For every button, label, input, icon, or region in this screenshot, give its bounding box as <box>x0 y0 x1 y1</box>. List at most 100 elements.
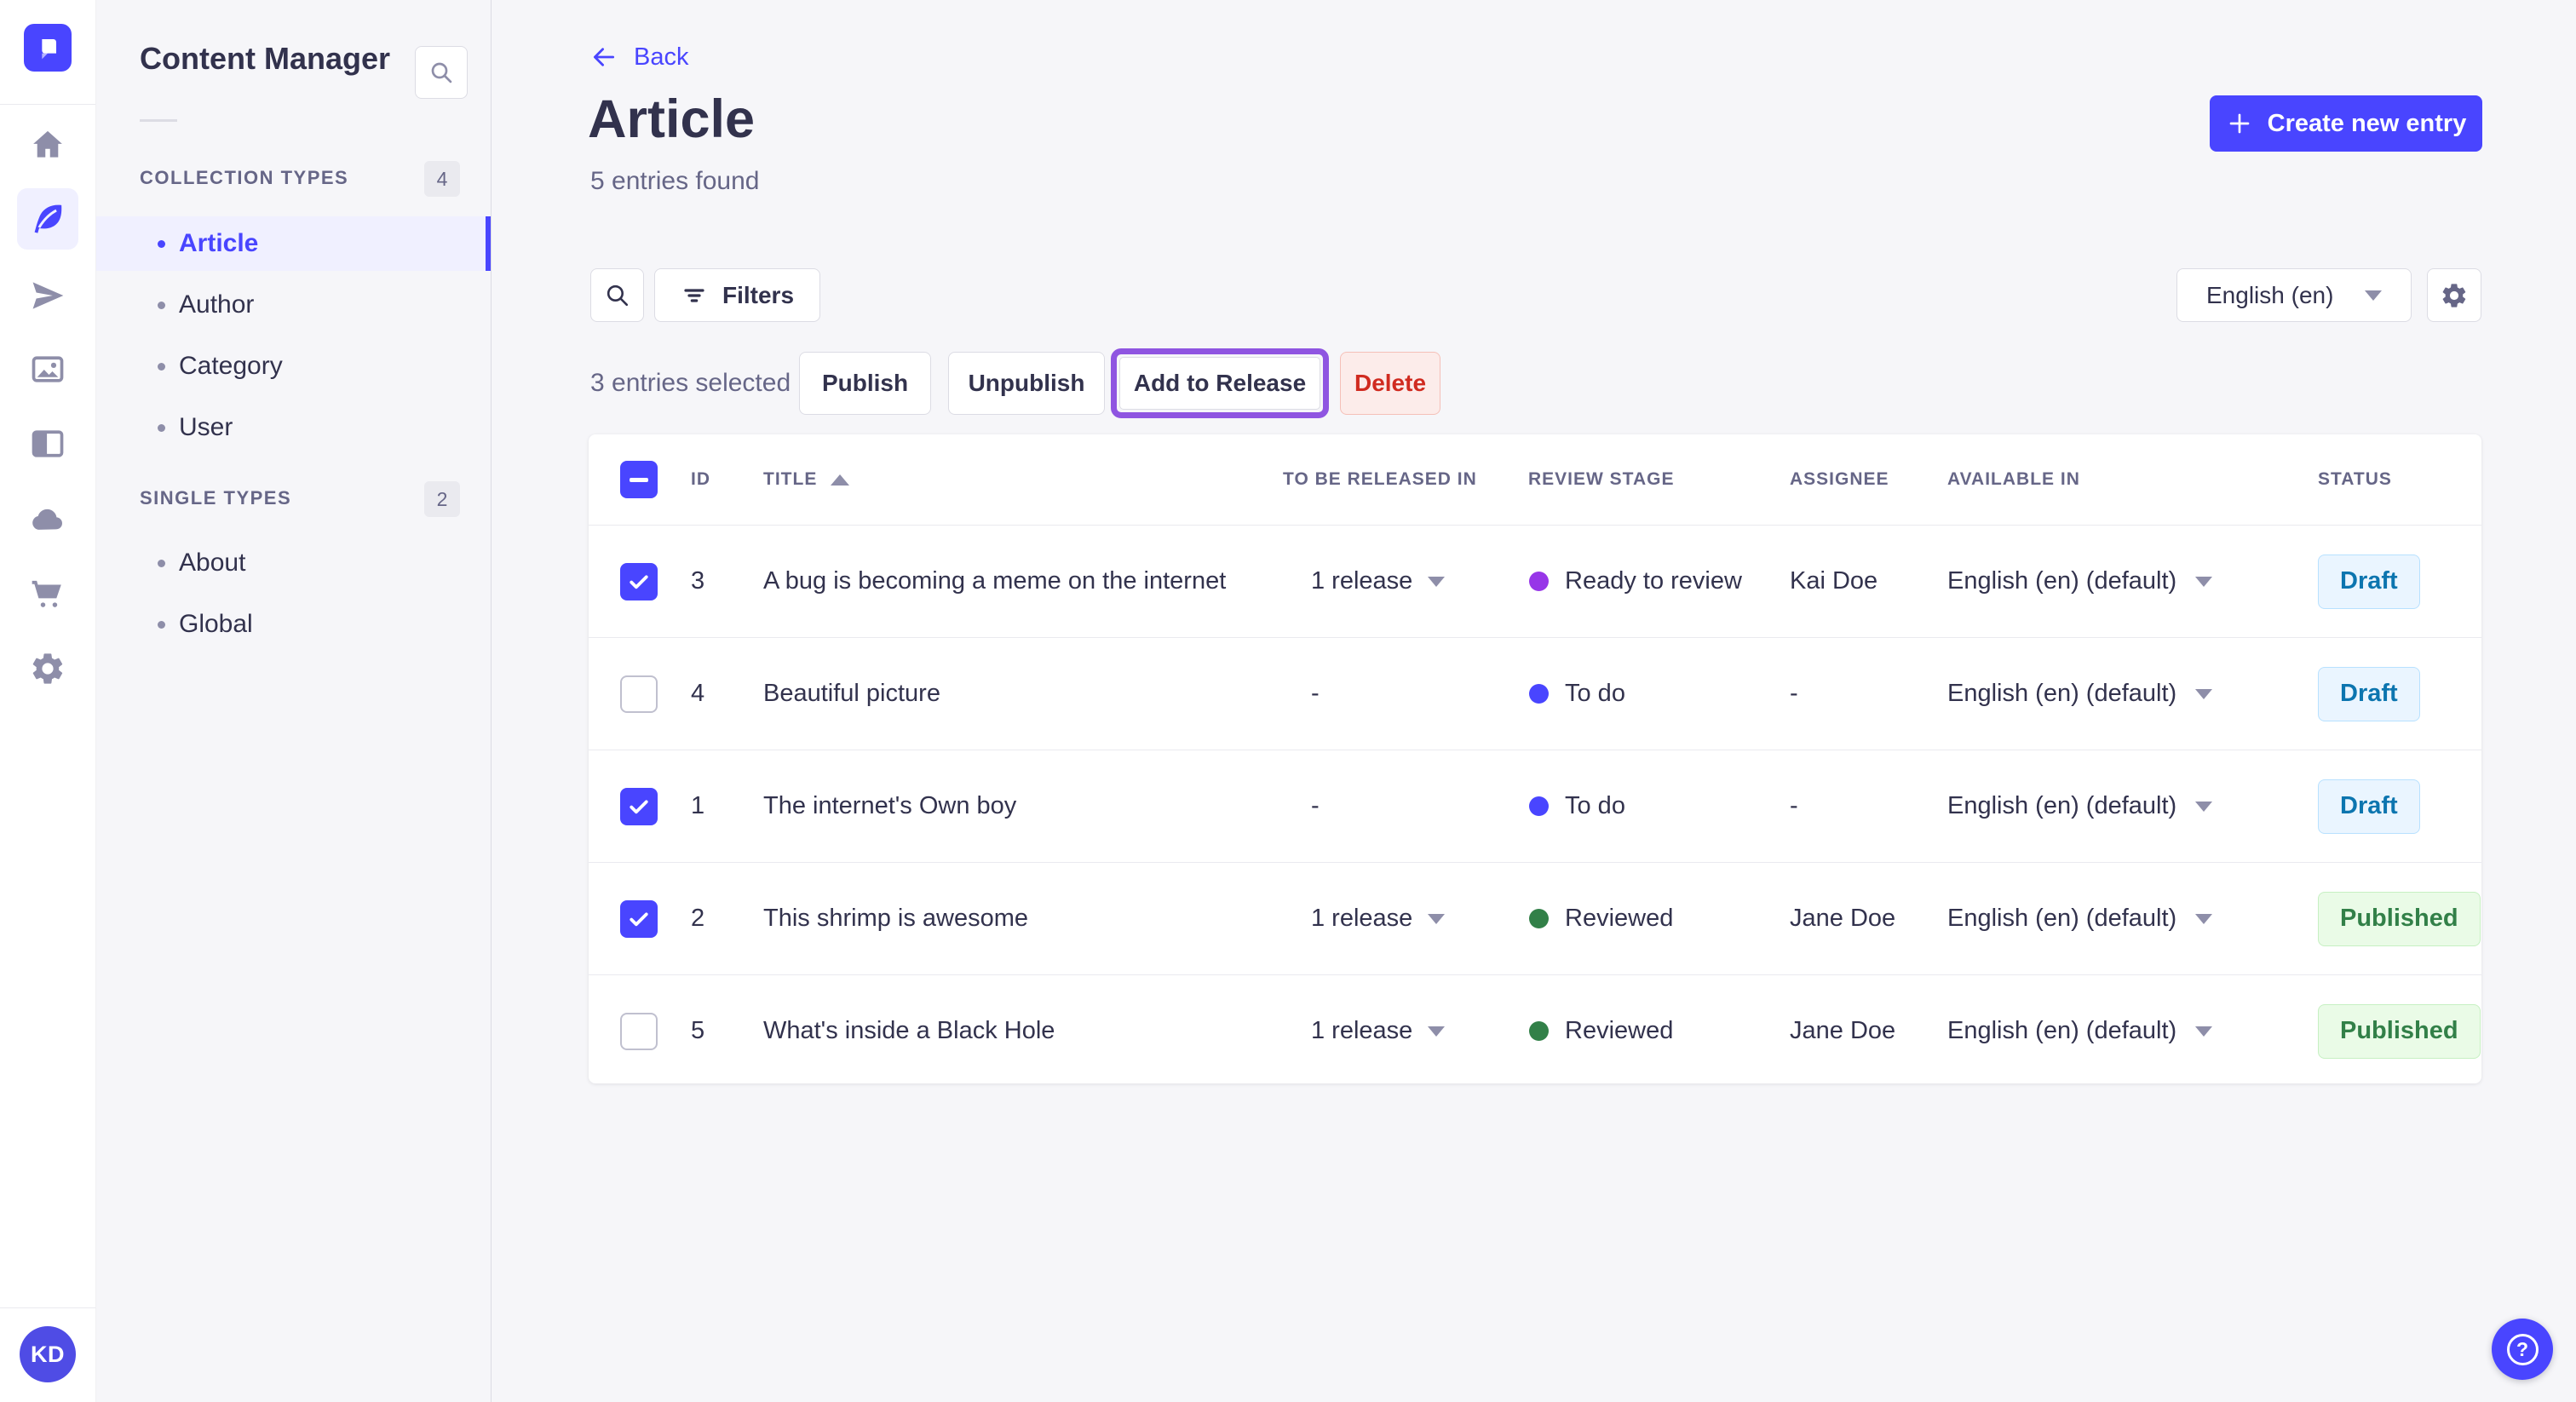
cell-review-stage: To do <box>1526 792 1781 820</box>
stage-label: Ready to review <box>1565 567 1742 595</box>
sidebar-item-author[interactable]: Author <box>96 278 491 332</box>
chevron-down-icon <box>2365 290 2382 301</box>
cell-review-stage: Ready to review <box>1526 567 1781 595</box>
back-arrow-icon <box>593 48 615 66</box>
check-icon <box>630 800 648 813</box>
bullet-icon <box>158 423 165 432</box>
cell-review-stage: To do <box>1526 680 1781 708</box>
bullet-icon <box>158 239 165 248</box>
table-header-row: ID TITLE TO BE RELEASED IN REVIEW STAGE … <box>589 434 2481 526</box>
release-value: - <box>1311 792 1320 819</box>
status-badge: Published <box>2318 891 2481 946</box>
cell-available-in[interactable]: English (en) (default) <box>1935 905 2301 933</box>
view-settings-button[interactable] <box>2427 268 2481 322</box>
workspace-logo[interactable] <box>24 24 72 72</box>
sidebar-search-button[interactable] <box>415 46 468 99</box>
row-checkbox[interactable] <box>620 562 658 600</box>
table-row[interactable]: 2 This shrimp is awesome 1 release Revie… <box>589 863 2481 975</box>
rail-item-content-manager[interactable] <box>17 188 78 250</box>
release-value: 1 release <box>1311 1017 1413 1044</box>
available-value: English (en) (default) <box>1947 567 2177 595</box>
table-row[interactable]: 4 Beautiful picture - To do - English (e… <box>589 638 2481 750</box>
collection-types-count-badge: 4 <box>424 161 460 197</box>
cell-release[interactable]: 1 release <box>1283 1017 1526 1045</box>
cell-status: Draft <box>2301 779 2481 834</box>
sidebar-item-user[interactable]: User <box>96 400 491 455</box>
chevron-down-icon <box>2195 801 2213 812</box>
cell-assignee: - <box>1790 680 1798 707</box>
sidebar-item-global[interactable]: Global <box>96 597 491 652</box>
back-link[interactable]: Back <box>589 43 688 72</box>
rail-item-releases[interactable] <box>17 265 78 326</box>
add-to-release-button[interactable]: Add to Release <box>1119 357 1320 410</box>
sidebar-item-category[interactable]: Category <box>96 339 491 394</box>
user-avatar[interactable]: KD <box>20 1326 76 1382</box>
cell-available-in[interactable]: English (en) (default) <box>1935 792 2301 820</box>
cell-id: 3 <box>691 567 705 595</box>
filters-button[interactable]: Filters <box>654 268 821 322</box>
row-checkbox[interactable] <box>620 899 658 938</box>
sidebar-item-article[interactable]: Article <box>96 216 491 271</box>
stage-label: To do <box>1565 792 1625 819</box>
filters-label: Filters <box>722 281 795 308</box>
stage-label: Reviewed <box>1565 1017 1674 1044</box>
sidebar-item-about[interactable]: About <box>96 536 491 590</box>
rail-item-marketplace[interactable] <box>17 562 78 623</box>
cell-assignee: Jane Doe <box>1790 1017 1896 1044</box>
strapi-logo-icon <box>42 39 56 60</box>
sidebar-item-label: User <box>179 413 233 441</box>
cell-release[interactable]: 1 release <box>1283 905 1526 933</box>
indeterminate-icon <box>630 477 648 482</box>
cell-status: Draft <box>2301 666 2481 721</box>
unpublish-button[interactable]: Unpublish <box>948 352 1105 415</box>
filter-icon <box>684 288 704 302</box>
table-row[interactable]: 5 What's inside a Black Hole 1 release R… <box>589 975 2481 1087</box>
chevron-down-icon <box>1428 913 1446 924</box>
cell-title: This shrimp is awesome <box>763 905 1029 932</box>
bullet-icon <box>158 301 165 309</box>
create-button-label: Create new entry <box>2267 109 2467 137</box>
rail-item-content-type-builder[interactable] <box>17 413 78 474</box>
cell-available-in[interactable]: English (en) (default) <box>1935 680 2301 708</box>
stage-label: Reviewed <box>1565 905 1674 932</box>
help-button[interactable]: ? <box>2492 1319 2553 1380</box>
row-checkbox[interactable] <box>620 1012 658 1050</box>
chevron-down-icon <box>1428 1026 1446 1037</box>
locale-value: English (en) <box>2206 281 2334 308</box>
cell-release: - <box>1283 680 1526 708</box>
cell-id: 2 <box>691 905 705 932</box>
stage-dot-icon <box>1529 1021 1549 1041</box>
table-row[interactable]: 3 A bug is becoming a meme on the intern… <box>589 526 2481 638</box>
cell-available-in[interactable]: English (en) (default) <box>1935 1017 2301 1045</box>
rail-item-deploy[interactable] <box>17 489 78 550</box>
images-icon <box>32 356 64 382</box>
main-content: Back Article 5 entries found Create new … <box>492 0 2576 1402</box>
section-collection-types: COLLECTION TYPES <box>140 167 349 188</box>
rail-item-settings[interactable] <box>17 638 78 699</box>
rail-divider-bottom <box>0 1307 95 1308</box>
rail-item-home[interactable] <box>17 114 78 175</box>
column-header-id: ID <box>691 469 710 489</box>
select-all-checkbox[interactable] <box>620 461 658 498</box>
checkbox-cell <box>589 675 682 713</box>
row-checkbox[interactable] <box>620 787 658 825</box>
table-row[interactable]: 1 The internet's Own boy - To do - Engli… <box>589 750 2481 863</box>
row-checkbox[interactable] <box>620 675 658 713</box>
cell-id: 1 <box>691 792 705 819</box>
sidebar-item-label: Author <box>179 290 255 319</box>
delete-button[interactable]: Delete <box>1340 352 1440 415</box>
create-new-entry-button[interactable]: Create new entry <box>2210 95 2482 152</box>
status-badge: Draft <box>2318 554 2420 609</box>
cell-id: 5 <box>691 1017 705 1044</box>
cell-available-in[interactable]: English (en) (default) <box>1935 567 2301 595</box>
publish-button[interactable]: Publish <box>799 352 931 415</box>
rail-item-media-library[interactable] <box>17 339 78 400</box>
stage-dot-icon <box>1529 572 1549 591</box>
column-header-title[interactable]: TITLE <box>763 469 1283 490</box>
check-icon <box>630 575 648 589</box>
sidebar-item-label: About <box>179 549 246 577</box>
locale-select[interactable]: English (en) <box>2176 268 2412 322</box>
table-search-button[interactable] <box>590 268 644 322</box>
bullet-icon <box>158 362 165 371</box>
cell-release[interactable]: 1 release <box>1283 567 1526 595</box>
